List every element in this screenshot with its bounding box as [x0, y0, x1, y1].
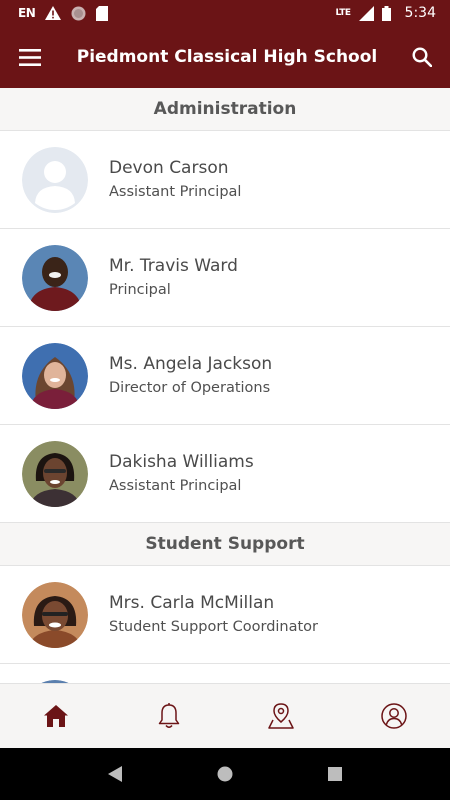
signal-icon [358, 5, 374, 21]
bottom-nav [0, 683, 450, 748]
sd-card-icon [96, 5, 109, 21]
person-role: Principal [109, 282, 171, 298]
person-name: Ms. Angela Jackson [109, 354, 273, 374]
bell-icon [158, 703, 179, 728]
section-header-administration: Administration [0, 88, 450, 131]
recents-button[interactable] [315, 754, 355, 794]
search-icon [412, 47, 432, 67]
person-name: Mr. Travis Ward [109, 256, 238, 276]
search-button[interactable] [394, 26, 450, 88]
person-role: Assistant Principal [109, 184, 242, 200]
clock: 5:34 [404, 5, 436, 21]
person-row-devon-carson[interactable]: Devon Carson Assistant Principal [0, 131, 450, 229]
battery-icon [381, 5, 391, 21]
hamburger-menu-icon [19, 48, 41, 66]
recents-square-icon [328, 767, 342, 781]
location-pin-icon [268, 703, 294, 729]
person-role: Director of Operations [109, 380, 271, 396]
app-title: Piedmont Classical High School [76, 47, 378, 67]
avatar-photo [22, 342, 88, 409]
status-bar: EN LTE 5:34 [0, 0, 450, 26]
home-circle-icon [217, 766, 233, 782]
person-row-partial[interactable] [0, 664, 450, 683]
person-row-travis-ward[interactable]: Mr. Travis Ward Principal [0, 229, 450, 327]
person-row-angela-jackson[interactable]: Ms. Angela Jackson Director of Operation… [0, 327, 450, 425]
warning-icon [45, 6, 62, 20]
back-button[interactable] [95, 754, 135, 794]
menu-button[interactable] [0, 26, 60, 88]
avatar-photo [22, 440, 88, 507]
record-icon [71, 6, 86, 20]
home-system-button[interactable] [205, 754, 245, 794]
back-triangle-icon [108, 766, 122, 782]
app-bar: Piedmont Classical High School [0, 26, 450, 88]
nav-notifications[interactable] [113, 684, 226, 748]
person-role: Student Support Coordinator [109, 619, 319, 635]
person-name: Dakisha Williams [109, 452, 254, 472]
profile-icon [381, 703, 407, 729]
nav-home[interactable] [0, 684, 113, 748]
person-name: Mrs. Carla McMillan [109, 593, 275, 613]
nav-profile[interactable] [338, 684, 450, 748]
person-name: Devon Carson [109, 158, 229, 178]
network-type: LTE [335, 8, 352, 18]
person-row-dakisha-williams[interactable]: Dakisha Williams Assistant Principal [0, 425, 450, 523]
section-header-student-support: Student Support [0, 523, 450, 566]
person-role: Assistant Principal [109, 478, 242, 494]
home-icon [44, 705, 69, 727]
nav-locations[interactable] [225, 684, 338, 748]
language-indicator: EN [18, 6, 36, 20]
system-nav-bar [0, 748, 450, 800]
person-row-carla-mcmillan[interactable]: Mrs. Carla McMillan Student Support Coor… [0, 566, 450, 664]
staff-list[interactable]: Administration Devon Carson Assistant Pr… [0, 88, 450, 683]
avatar-photo [22, 581, 88, 648]
avatar-placeholder [22, 146, 88, 213]
avatar-photo [22, 244, 88, 311]
